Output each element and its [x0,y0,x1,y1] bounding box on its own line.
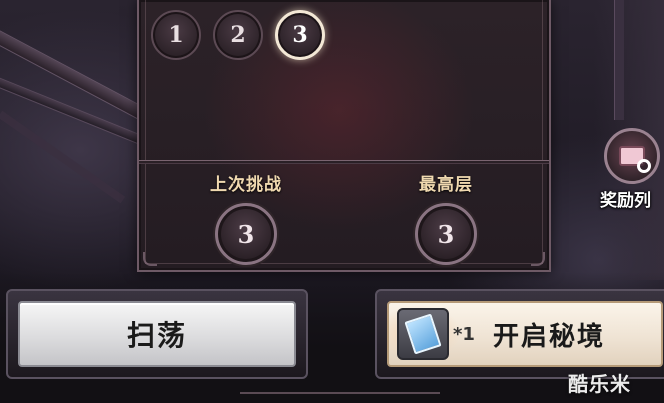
bottom-ornament [240,392,440,403]
magnifier-icon [637,159,651,173]
floor-info-panel: 1 2 3 上次挑战 3 最高层 3 [137,0,551,272]
floor-tab-2[interactable]: 2 [213,10,263,60]
sweep-button-label: 扫荡 [18,301,296,367]
background-pillar [614,0,624,120]
panel-corner-ornament [143,252,157,266]
highest-floor-label: 最高层 [419,175,473,195]
key-cost-count: *1 [453,323,475,345]
last-challenge-value: 3 [215,203,277,265]
panel-divider [139,160,549,164]
key-card-icon [404,313,442,355]
reward-box-magnifier-icon [604,128,660,184]
game-screen: 1 2 3 上次挑战 3 最高层 3 奖励列 扫荡 *1 开启秘境 酷乐米 [0,0,664,403]
reward-list-button[interactable]: 奖励列 [600,128,664,218]
floor-selector: 1 2 3 [151,10,325,60]
open-secret-realm-face: *1 开启秘境 [387,301,663,367]
panel-corner-ornament [531,252,545,266]
last-challenge-stat: 上次挑战 3 [186,170,306,265]
sweep-button[interactable]: 扫荡 [6,289,308,379]
secret-realm-key-icon [397,308,449,360]
open-secret-realm-label: 开启秘境 [492,321,605,352]
open-secret-realm-button[interactable]: *1 开启秘境 [375,289,664,379]
floor-tab-1[interactable]: 1 [151,10,201,60]
last-challenge-label: 上次挑战 [210,175,282,195]
highest-floor-value: 3 [415,203,477,265]
reward-list-label: 奖励列 [600,191,651,211]
watermark-logo: 酷乐米 [568,372,631,396]
floor-tab-3[interactable]: 3 [275,10,325,60]
highest-floor-stat: 最高层 3 [386,170,506,265]
